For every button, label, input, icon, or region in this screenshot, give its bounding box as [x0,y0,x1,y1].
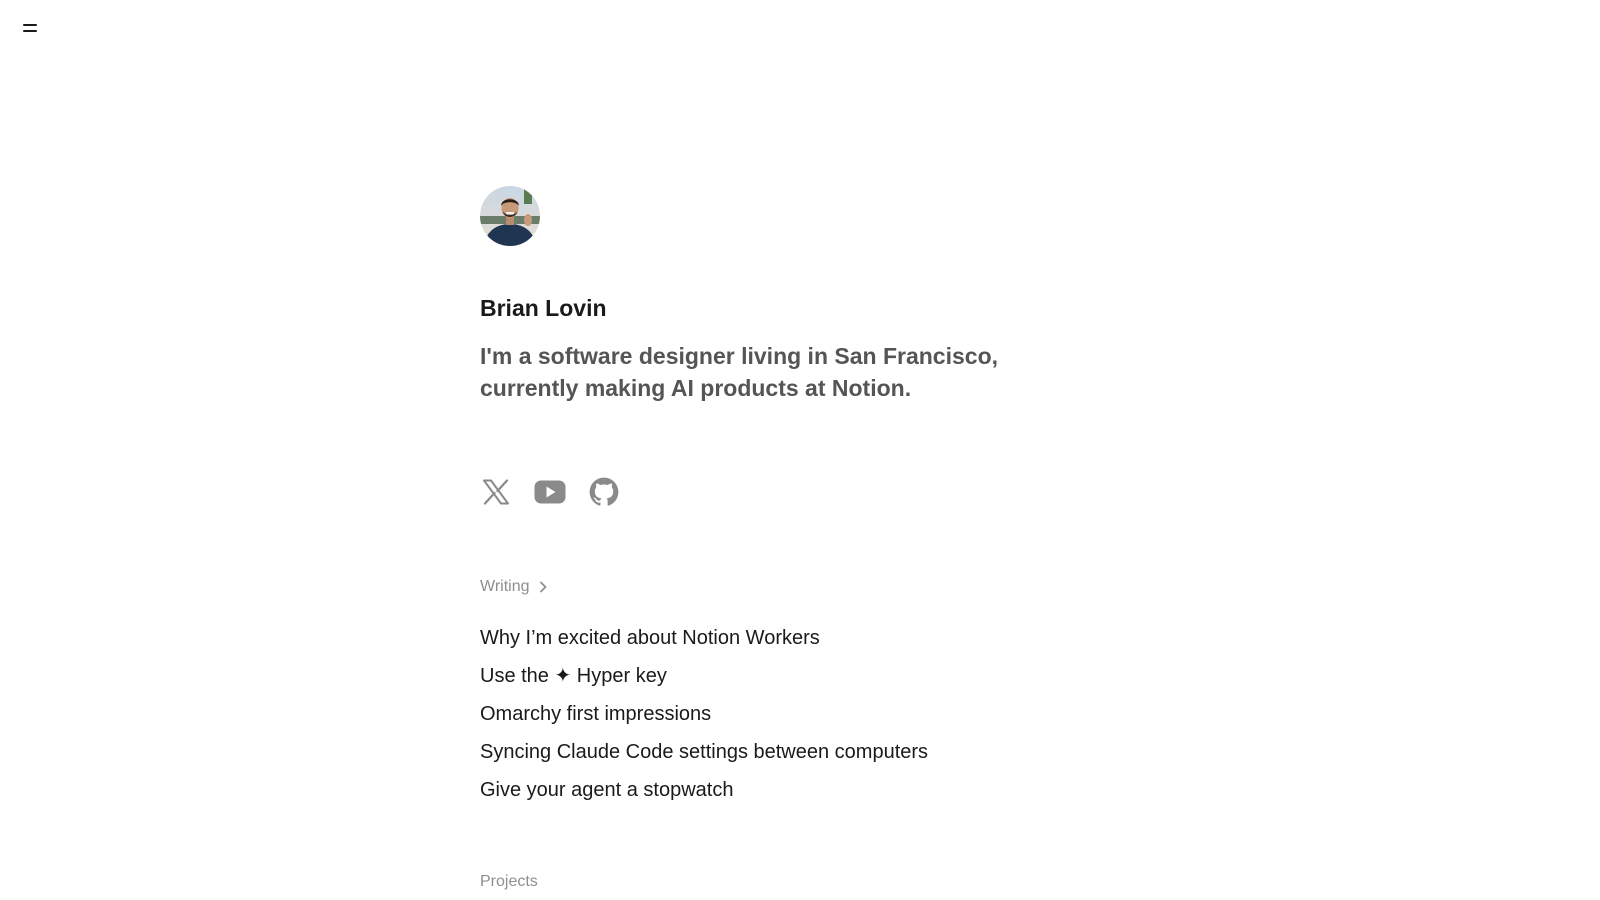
post-link[interactable]: Give your agent a stopwatch [480,771,1120,809]
x-icon [483,479,509,505]
main-content: Brian Lovin I'm a software designer livi… [480,186,1120,893]
post-list: Why I’m excited about Notion Workers Use… [480,619,1120,809]
post-link[interactable]: Use the ✦ Hyper key [480,657,1120,695]
youtube-link[interactable] [534,476,566,508]
profile-name: Brian Lovin [480,295,607,321]
projects-section-label: Projects [480,873,538,890]
writing-section-label: Writing [480,578,530,595]
post-link[interactable]: Why I’m excited about Notion Workers [480,619,1120,657]
youtube-icon [534,480,566,504]
github-link[interactable] [588,476,620,508]
projects-section-header: Projects [480,871,1120,893]
avatar [480,186,540,246]
github-icon [589,477,619,506]
writing-section-link[interactable]: Writing [480,576,1120,598]
x-link[interactable] [480,476,512,508]
post-link[interactable]: Syncing Claude Code settings between com… [480,733,1120,771]
menu-icon[interactable] [18,18,42,38]
social-links [480,474,1120,510]
chevron-right-icon [539,581,546,593]
profile-bio: I'm a software designer living in San Fr… [480,343,999,401]
post-link[interactable]: Omarchy first impressions [480,695,1120,733]
